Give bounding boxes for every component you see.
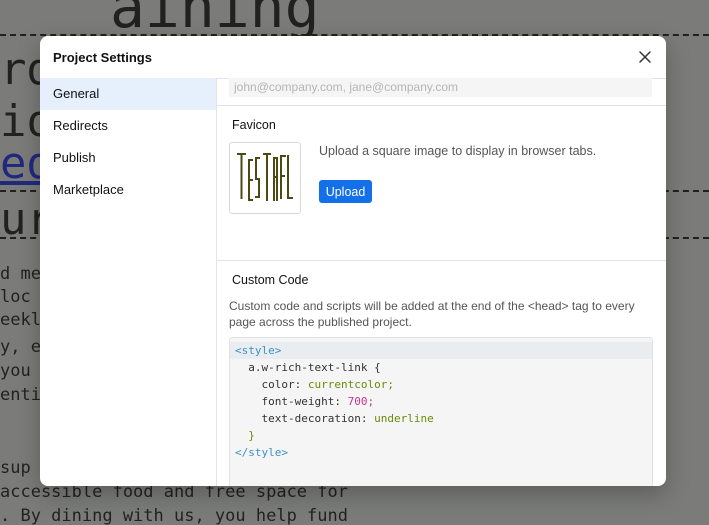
custom-code-description: Custom code and scripts will be added at… <box>229 299 635 329</box>
close-icon <box>639 51 651 63</box>
code-line: font-weight: 700; <box>261 395 375 408</box>
code-line: </style> <box>235 446 288 459</box>
code-line: a.w-rich-text-link { <box>248 361 381 374</box>
code-line: text-decoration: underline <box>261 412 434 425</box>
sidebar-item-redirects[interactable]: Redirects <box>40 110 216 142</box>
sidebar-item-publish[interactable]: Publish <box>40 142 216 174</box>
dialog-title: Project Settings <box>53 50 152 65</box>
favicon-description: Upload a square image to display in brow… <box>319 144 597 158</box>
favicon-title: Favicon <box>232 118 276 132</box>
testratel-logo <box>237 153 293 201</box>
custom-code-editor[interactable]: <style> a.w-rich-text-link { color: curr… <box>229 337 653 486</box>
settings-content[interactable]: Favicon Upload a square image to display… <box>217 78 666 486</box>
favicon-preview[interactable] <box>229 142 301 214</box>
email-input[interactable] <box>229 78 652 97</box>
settings-sidebar: General Redirects Publish Marketplace <box>40 78 217 486</box>
sidebar-item-general[interactable]: General <box>40 78 216 110</box>
close-button[interactable] <box>634 46 656 68</box>
code-line: <style> <box>230 342 652 359</box>
code-line: color: currentcolor; <box>261 378 394 391</box>
custom-code-title: Custom Code <box>232 273 309 287</box>
project-settings-dialog: Project Settings General Redirects Publi… <box>40 36 666 486</box>
dialog-header: Project Settings <box>40 36 666 79</box>
section-divider <box>217 105 666 106</box>
code-line: } <box>248 429 255 442</box>
sidebar-item-marketplace[interactable]: Marketplace <box>40 174 216 206</box>
upload-button[interactable]: Upload <box>319 180 372 203</box>
section-divider <box>217 260 666 261</box>
